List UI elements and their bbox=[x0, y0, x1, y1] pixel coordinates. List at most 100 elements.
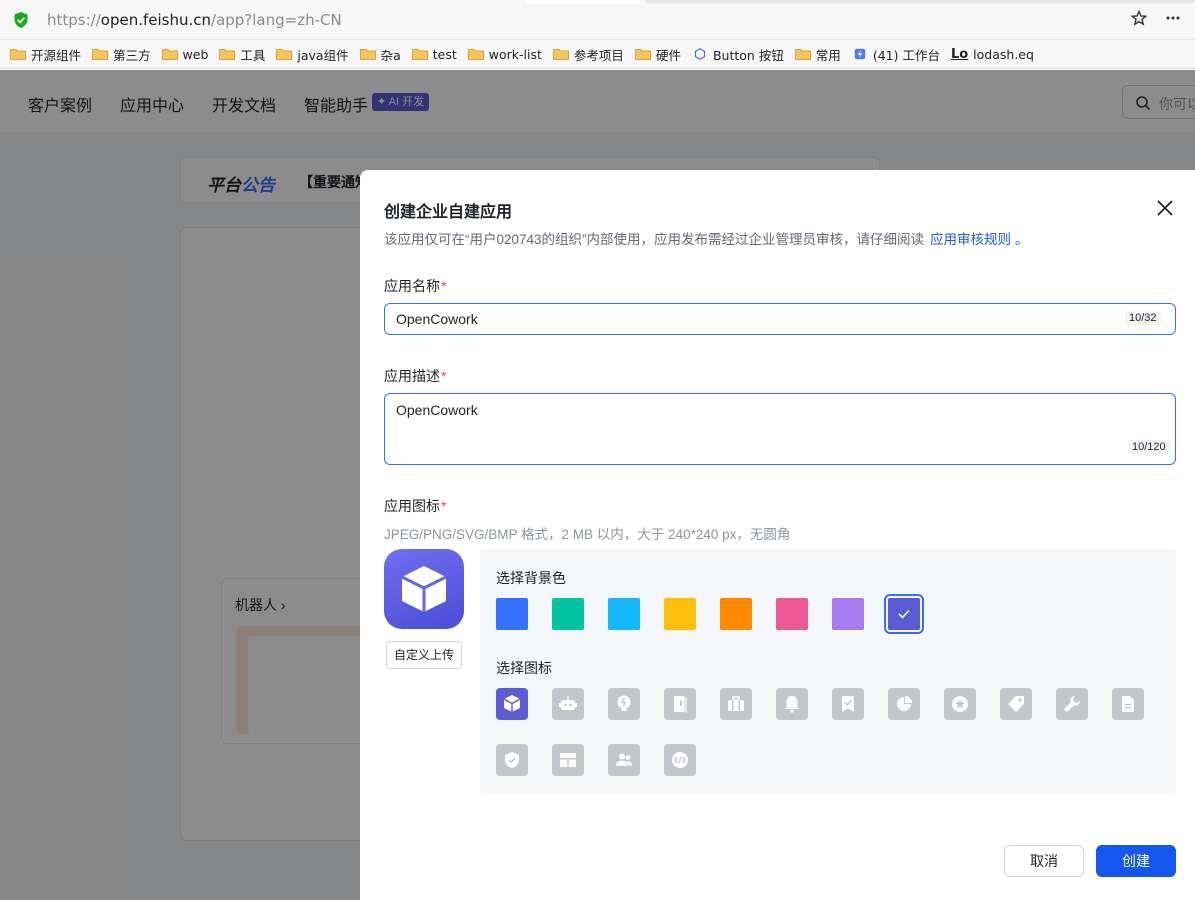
icon-option[interactable] bbox=[832, 688, 864, 720]
app-icon-preview bbox=[384, 549, 464, 629]
bookmark-label: test bbox=[432, 46, 457, 62]
app-desc-textarea[interactable]: OpenCowork 10/120 bbox=[384, 393, 1176, 465]
bookmark-label: 开源组件 bbox=[31, 47, 82, 63]
icon-option[interactable] bbox=[608, 688, 640, 720]
bookmark-item[interactable]: 参考项目 bbox=[552, 45, 624, 64]
bookmarks-bar: 开源组件 第三方 web 工具 java组件 杂a test work-list 参考项目 硬件 B… bbox=[0, 40, 1195, 69]
icon-hint: JPEG/PNG/SVG/BMP 格式，2 MB 以内，大于 240*240 p… bbox=[384, 527, 791, 542]
layout-icon bbox=[560, 753, 576, 767]
cube-icon bbox=[401, 566, 447, 612]
cube-icon bbox=[503, 695, 521, 712]
icon-option[interactable] bbox=[664, 744, 696, 776]
shield-check-icon bbox=[505, 752, 519, 768]
bookmark-item[interactable]: java组件 bbox=[276, 45, 349, 64]
document-icon bbox=[1122, 696, 1134, 712]
bookmark-item[interactable]: 第三方 bbox=[92, 45, 151, 64]
robot-icon bbox=[559, 696, 577, 710]
bg-color-swatch[interactable] bbox=[832, 598, 864, 630]
icon-option[interactable] bbox=[944, 688, 976, 720]
tab-edge bbox=[645, 0, 1195, 3]
people-icon bbox=[616, 753, 632, 766]
code-icon bbox=[672, 752, 688, 768]
bookmark-label: Button 按钮 bbox=[712, 47, 784, 63]
cancel-button[interactable]: 取消 bbox=[1004, 845, 1084, 877]
dialog-subtitle: 该应用仅可在“用户020743的组织”内部使用，应用发布需经过企业管理员审核，请… bbox=[384, 232, 1029, 247]
icon-pick-label: 选择图标 bbox=[496, 660, 552, 676]
star-icon[interactable] bbox=[1131, 10, 1147, 26]
bookmark-label: 参考项目 bbox=[573, 47, 624, 63]
bg-color-swatch[interactable] bbox=[884, 594, 924, 634]
folder-icon bbox=[359, 49, 376, 60]
bg-color-swatch[interactable] bbox=[552, 598, 584, 630]
bookmark-label: 杂a bbox=[380, 47, 401, 63]
dialog-title: 创建企业自建应用 bbox=[384, 204, 513, 221]
bookmark-item[interactable]: 常用 bbox=[794, 45, 841, 64]
star-badge-icon bbox=[952, 696, 968, 712]
more-icon[interactable] bbox=[1165, 10, 1181, 26]
folder-icon bbox=[411, 49, 428, 60]
icon-option[interactable] bbox=[776, 688, 808, 720]
folder-icon bbox=[10, 49, 26, 60]
bookmark-label: 工具 bbox=[240, 47, 266, 63]
folder-icon bbox=[552, 49, 569, 60]
bg-color-swatch[interactable] bbox=[664, 598, 696, 630]
bookmark-item[interactable]: 工具 bbox=[219, 45, 265, 64]
bookmark-item[interactable]: work-list bbox=[467, 46, 542, 62]
wrench-icon bbox=[1064, 696, 1080, 712]
icon-option[interactable] bbox=[1112, 688, 1144, 720]
icon-option[interactable] bbox=[1056, 688, 1088, 720]
icon-option[interactable] bbox=[1000, 688, 1032, 720]
bookmark-label: 第三方 bbox=[113, 47, 151, 63]
bookmark-item[interactable]: web bbox=[161, 46, 209, 62]
pie-icon bbox=[897, 696, 912, 711]
folder-icon bbox=[794, 49, 811, 60]
bookmark-check-icon bbox=[842, 696, 854, 712]
check-icon bbox=[898, 609, 910, 619]
icon-label: 应用图标* bbox=[384, 498, 447, 514]
bookmark-item[interactable]: test bbox=[411, 46, 457, 62]
bg-color-swatch[interactable] bbox=[496, 598, 528, 630]
bookmark-item[interactable]: 杂a bbox=[359, 45, 401, 64]
bg-color-swatch[interactable] bbox=[608, 598, 640, 630]
url-text[interactable]: https://open.feishu.cn/app?lang=zh-CN bbox=[47, 11, 342, 29]
icon-picker: 选择背景色 选择图标 bbox=[480, 549, 1176, 793]
icon-option[interactable] bbox=[552, 744, 584, 776]
icon-option[interactable] bbox=[888, 688, 920, 720]
bookmark-label: 硬件 bbox=[655, 47, 681, 63]
icon-option[interactable] bbox=[496, 744, 528, 776]
bookmark-item[interactable]: 硬件 bbox=[634, 45, 681, 64]
lark-bookmark-icon bbox=[854, 48, 866, 60]
icon-option[interactable] bbox=[664, 688, 696, 720]
close-icon[interactable] bbox=[1155, 198, 1175, 218]
bookmark-item[interactable]: Lo lodash.eq bbox=[951, 47, 1034, 62]
bg-color-swatch[interactable] bbox=[720, 598, 752, 630]
icon-option[interactable] bbox=[608, 744, 640, 776]
create-button[interactable]: 创建 bbox=[1096, 845, 1176, 877]
bg-color-label: 选择背景色 bbox=[496, 570, 566, 586]
bookmark-item[interactable]: (41) 工作台 bbox=[852, 45, 940, 64]
bookmark-label: web bbox=[182, 46, 209, 62]
bookmark-label: work-list bbox=[488, 46, 542, 62]
briefcase-icon bbox=[728, 696, 744, 711]
folder-icon bbox=[634, 49, 651, 60]
icon-option[interactable] bbox=[496, 688, 528, 720]
bulb-icon bbox=[617, 695, 631, 711]
secure-shield-icon bbox=[14, 11, 28, 28]
tag-icon bbox=[1008, 696, 1024, 712]
create-app-dialog: 创建企业自建应用 该应用仅可在“用户020743的组织”内部使用，应用发布需经过… bbox=[360, 170, 1195, 900]
review-rules-link[interactable]: 应用审核规则 bbox=[930, 232, 1011, 247]
folder-icon bbox=[161, 49, 178, 60]
name-label: 应用名称* bbox=[384, 278, 447, 294]
bg-color-swatch[interactable] bbox=[776, 598, 808, 630]
desc-counter: 10/120 bbox=[1128, 440, 1170, 454]
custom-upload-button[interactable]: 自定义上传 bbox=[386, 641, 462, 669]
bookmark-item[interactable]: Button 按钮 bbox=[692, 45, 784, 64]
folder-icon bbox=[92, 49, 109, 60]
icon-option[interactable] bbox=[552, 688, 584, 720]
address-bar[interactable]: https://open.feishu.cn/app?lang=zh-CN bbox=[0, 0, 1195, 40]
icon-option[interactable] bbox=[720, 688, 752, 720]
book-icon bbox=[674, 696, 687, 713]
bookmark-label: java组件 bbox=[297, 47, 349, 63]
bookmark-item[interactable]: 开源组件 bbox=[10, 45, 81, 64]
app-name-input[interactable]: OpenCowork 10/32 bbox=[384, 303, 1176, 335]
